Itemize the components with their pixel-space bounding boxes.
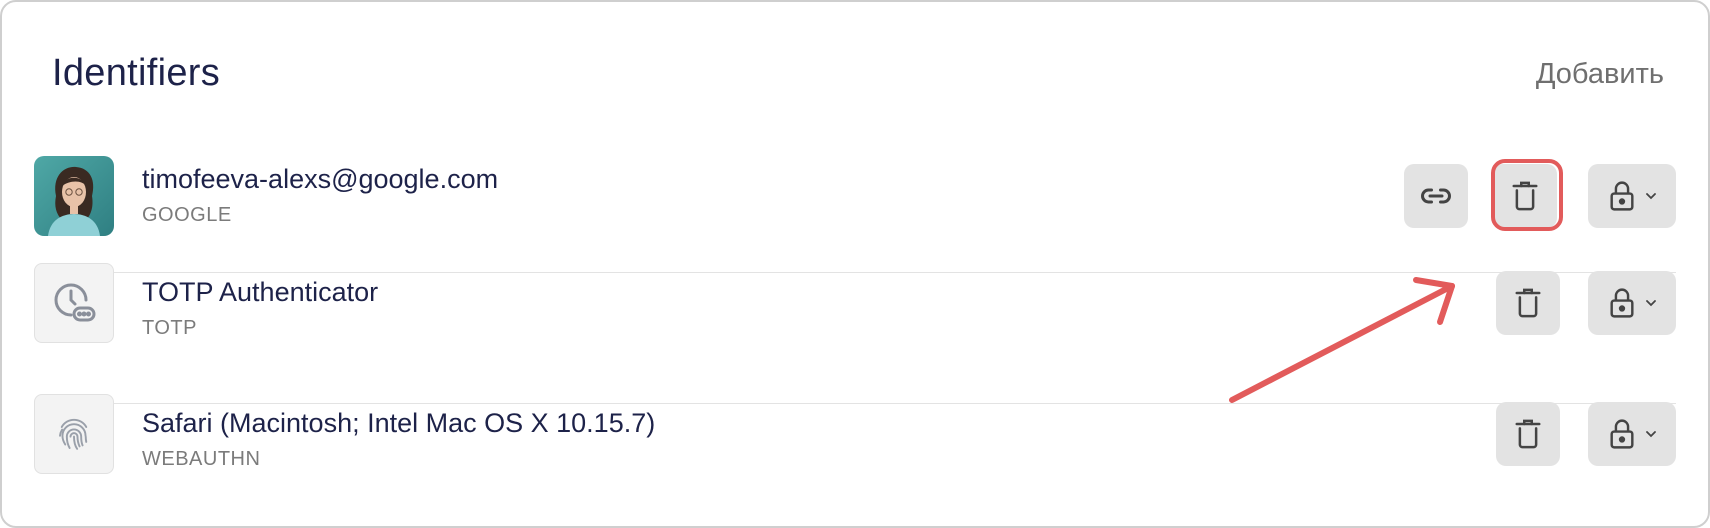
trash-icon	[1515, 288, 1541, 318]
lock-icon	[1610, 181, 1634, 211]
lock-dropdown-button[interactable]	[1588, 402, 1676, 466]
identifier-label: timofeeva-alexs@google.com	[142, 164, 499, 194]
lock-icon	[1610, 288, 1634, 318]
delete-button[interactable]	[1493, 164, 1557, 228]
totp-icon-tile	[34, 263, 114, 343]
clock-password-icon	[54, 283, 96, 322]
identifier-type: WEBAUTHN	[142, 448, 261, 470]
add-button[interactable]: Добавить	[1536, 58, 1664, 91]
identifier-label: TOTP Authenticator	[142, 277, 379, 307]
fingerprint-icon	[59, 418, 88, 450]
lock-dropdown-button[interactable]	[1588, 164, 1676, 228]
trash-icon	[1515, 419, 1541, 449]
identifier-type: GOOGLE	[142, 204, 232, 226]
lock-dropdown-button[interactable]	[1588, 271, 1676, 335]
identifier-type: TOTP	[142, 317, 197, 339]
identifier-label: Safari (Macintosh; Intel Mac OS X 10.15.…	[142, 408, 656, 438]
chevron-down-icon	[1646, 300, 1656, 307]
delete-button[interactable]	[1496, 402, 1560, 466]
lock-icon	[1610, 419, 1634, 449]
link-button[interactable]	[1404, 164, 1468, 228]
identifier-row-webauthn: Safari (Macintosh; Intel Mac OS X 10.15.…	[34, 394, 1676, 524]
delete-button[interactable]	[1496, 271, 1560, 335]
chevron-down-icon	[1646, 193, 1656, 200]
link-icon	[1421, 188, 1451, 204]
chevron-down-icon	[1646, 431, 1656, 438]
user-avatar	[34, 156, 114, 236]
identifier-row-totp: TOTP Authenticator TOTP	[34, 263, 1676, 403]
trash-icon	[1512, 181, 1538, 211]
card-title: Identifiers	[52, 52, 221, 94]
identifier-row-google: timofeeva-alexs@google.com GOOGLE	[34, 140, 1676, 270]
webauthn-icon-tile	[34, 394, 114, 474]
